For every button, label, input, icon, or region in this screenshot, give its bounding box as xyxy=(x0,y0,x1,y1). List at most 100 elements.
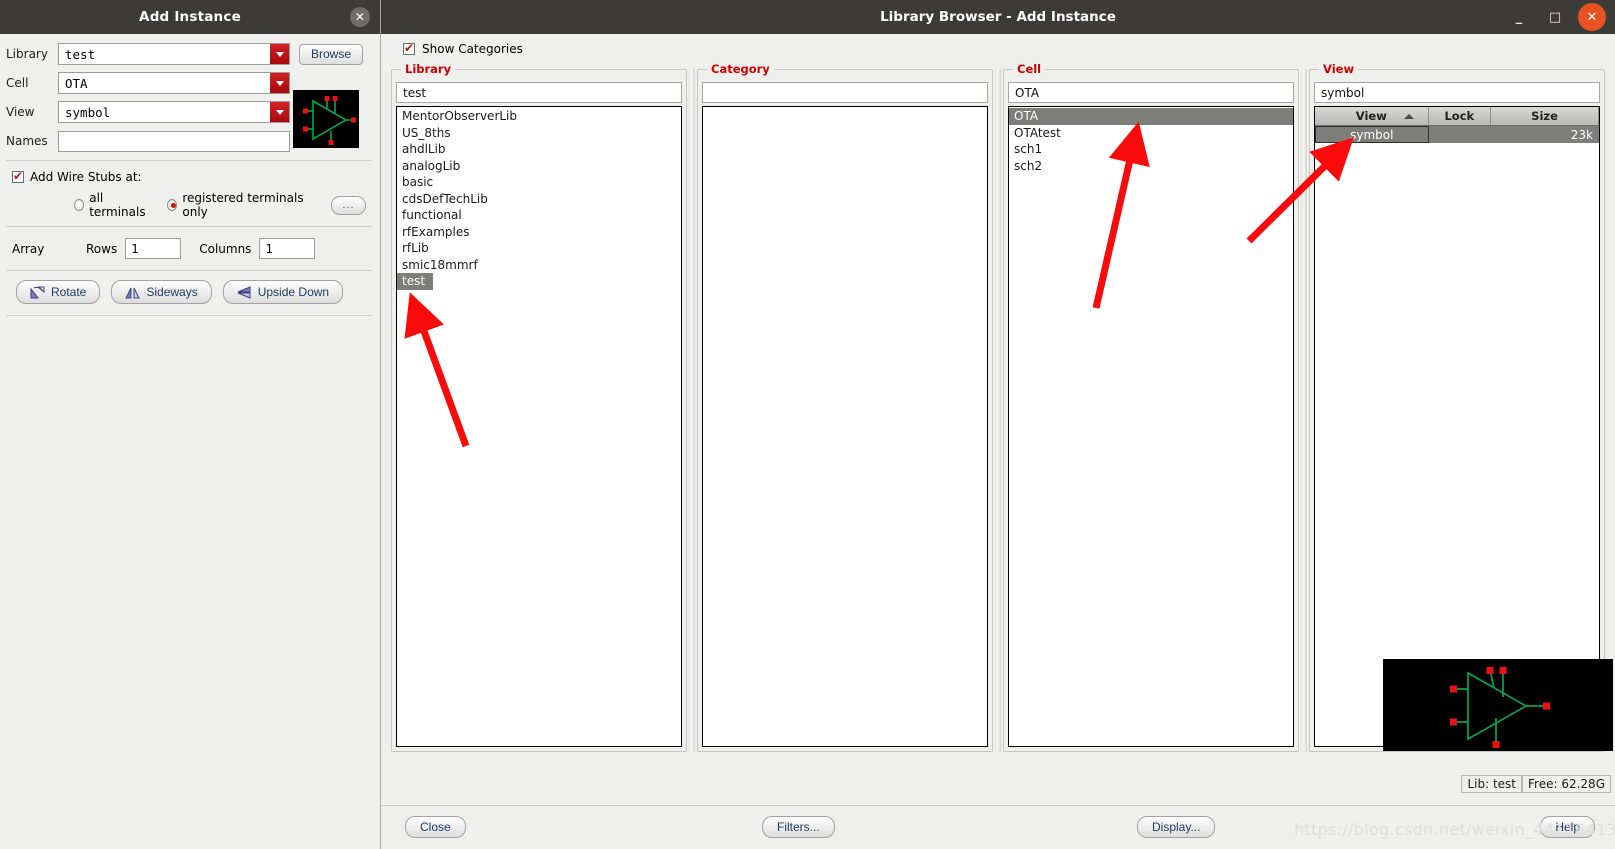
list-item[interactable]: OTAtest xyxy=(1009,125,1293,142)
cell-filter-input[interactable]: OTA xyxy=(1008,82,1294,103)
view-panel-title: View xyxy=(1319,62,1359,76)
splitter-cell-view[interactable] xyxy=(1301,69,1307,752)
category-panel: Category xyxy=(697,62,993,752)
list-item[interactable]: ahdlLib xyxy=(397,141,681,158)
symbol-preview-large xyxy=(1383,659,1613,751)
columns-label: Columns xyxy=(199,241,252,256)
add-instance-dialog: Add Instance ✕ Library test Browse Cell … xyxy=(0,0,381,849)
show-categories-label: Show Categories xyxy=(422,42,523,56)
cell-label: Cell xyxy=(6,76,29,90)
list-item[interactable]: rfLib xyxy=(397,240,681,257)
list-item[interactable]: cdsDefTechLib xyxy=(397,191,681,208)
show-categories-row[interactable]: Show Categories xyxy=(381,34,1615,62)
list-item[interactable]: sch2 xyxy=(1009,158,1293,175)
status-free: Free: 62.28G xyxy=(1522,775,1611,793)
radio-registered-terminals[interactable] xyxy=(167,199,178,211)
status-bar: Lib: test Free: 62.28G xyxy=(1461,775,1611,793)
minimize-icon[interactable]: _ xyxy=(1501,0,1537,34)
display-button[interactable]: Display... xyxy=(1137,816,1216,838)
wire-stub-more-button[interactable]: ... xyxy=(330,195,367,215)
cell-value: OTA xyxy=(65,75,88,91)
list-item[interactable]: rfExamples xyxy=(397,224,681,241)
view-panel: View symbol View Lock Size symbol 23k xyxy=(1309,62,1605,752)
splitter-library-category[interactable] xyxy=(689,69,695,752)
chevron-down-icon[interactable] xyxy=(270,44,289,64)
library-combobox[interactable]: test xyxy=(58,43,290,65)
category-panel-title: Category xyxy=(707,62,774,76)
table-cell-view: symbol xyxy=(1315,126,1429,143)
list-item[interactable]: MentorObserverLib xyxy=(397,108,681,125)
sort-ascending-icon xyxy=(1403,113,1414,119)
list-item[interactable]: analogLib xyxy=(397,158,681,175)
upside-down-label: Upside Down xyxy=(257,285,330,299)
category-filter-input[interactable] xyxy=(702,82,988,103)
column-header-size[interactable]: Size xyxy=(1491,107,1599,125)
rows-input[interactable]: 1 xyxy=(125,238,182,259)
wire-stubs-section: Add Wire Stubs at: all terminals registe… xyxy=(6,166,372,221)
close-icon[interactable]: ✕ xyxy=(350,7,370,27)
library-panel-title: Library xyxy=(401,62,456,76)
radio-registered-terminals-label: registered terminals only xyxy=(182,191,304,219)
upside-down-button[interactable]: Upside Down xyxy=(222,280,344,304)
add-wire-stubs-checkbox[interactable] xyxy=(12,170,24,183)
chevron-down-icon[interactable] xyxy=(270,73,289,93)
radio-all-terminals-label: all terminals xyxy=(89,191,146,219)
close-button[interactable]: Close xyxy=(405,816,466,838)
window-controls: _ □ ✕ xyxy=(1501,0,1611,34)
rows-label: Rows xyxy=(86,241,118,256)
radio-all-terminals[interactable] xyxy=(74,199,85,211)
transform-button-row: Rotate Sideways Upside Down xyxy=(6,276,372,310)
add-wire-stubs-row[interactable]: Add Wire Stubs at: xyxy=(12,170,366,184)
mirror-horizontal-icon xyxy=(125,286,141,299)
list-item[interactable]: US_8ths xyxy=(397,125,681,142)
divider xyxy=(6,270,372,271)
view-table[interactable]: View Lock Size symbol 23k xyxy=(1314,106,1600,747)
array-section: Array Rows 1 Columns 1 xyxy=(6,232,372,265)
mirror-vertical-icon xyxy=(237,285,252,299)
category-listbox[interactable] xyxy=(702,106,988,747)
close-icon[interactable]: ✕ xyxy=(1578,3,1606,31)
cell-combobox[interactable]: OTA xyxy=(58,72,290,94)
library-filter-input[interactable]: test xyxy=(396,82,682,103)
add-wire-stubs-label: Add Wire Stubs at: xyxy=(30,170,142,184)
library-browser-window: Library Browser - Add Instance _ □ ✕ Sho… xyxy=(381,0,1615,849)
rotate-button[interactable]: Rotate xyxy=(16,280,101,304)
sideways-label: Sideways xyxy=(146,285,198,299)
add-instance-titlebar: Add Instance ✕ xyxy=(0,0,380,34)
maximize-icon[interactable]: □ xyxy=(1537,0,1573,34)
sideways-button[interactable]: Sideways xyxy=(111,280,212,304)
browse-button[interactable]: Browse xyxy=(299,43,364,65)
chevron-down-icon[interactable] xyxy=(270,102,289,122)
column-header-view[interactable]: View xyxy=(1315,107,1429,125)
view-filter-input[interactable]: symbol xyxy=(1314,82,1600,103)
table-row[interactable]: symbol 23k xyxy=(1315,126,1599,143)
list-item[interactable]: test xyxy=(397,273,434,290)
view-label: View xyxy=(6,105,35,119)
list-item[interactable]: smic18mmrf xyxy=(397,257,681,274)
library-field-row: Library test Browse xyxy=(6,40,372,68)
list-item[interactable]: basic xyxy=(397,174,681,191)
names-input[interactable] xyxy=(58,130,290,152)
divider xyxy=(6,160,372,161)
splitter-category-cell[interactable] xyxy=(995,69,1001,752)
rotate-label: Rotate xyxy=(51,285,87,299)
cell-listbox[interactable]: OTA OTAtest sch1 sch2 xyxy=(1008,106,1294,747)
help-button[interactable]: Help xyxy=(1540,816,1595,838)
ota-symbol-icon xyxy=(1450,667,1550,748)
filters-button[interactable]: Filters... xyxy=(762,816,835,838)
view-value: symbol xyxy=(65,104,111,120)
cell-panel: Cell OTA OTA OTAtest sch1 sch2 xyxy=(1003,62,1299,752)
list-item[interactable]: functional xyxy=(397,207,681,224)
list-item[interactable]: sch1 xyxy=(1009,141,1293,158)
divider xyxy=(6,226,372,227)
table-cell-lock xyxy=(1429,126,1491,143)
column-header-lock[interactable]: Lock xyxy=(1428,107,1492,125)
table-cell-size: 23k xyxy=(1570,127,1593,142)
status-lib: Lib: test xyxy=(1461,775,1523,793)
list-item[interactable]: OTA xyxy=(1009,108,1293,125)
bottom-button-bar: Close Filters... Display... Help https:/… xyxy=(381,806,1615,849)
view-combobox[interactable]: symbol xyxy=(58,101,290,123)
library-listbox[interactable]: MentorObserverLib US_8ths ahdlLib analogLib… xyxy=(396,106,682,747)
show-categories-checkbox[interactable] xyxy=(403,42,415,55)
columns-input[interactable]: 1 xyxy=(259,238,316,259)
